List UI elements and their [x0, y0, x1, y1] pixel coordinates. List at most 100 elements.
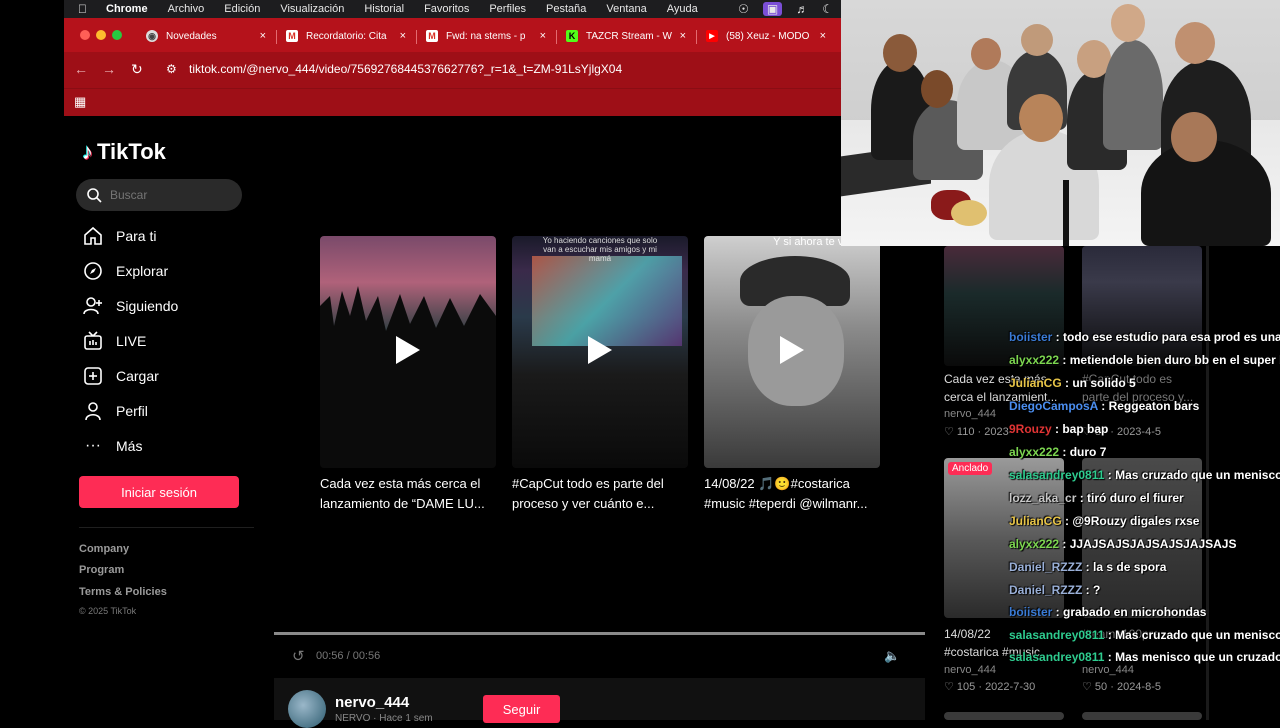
apple-icon[interactable]:  [78, 2, 96, 16]
moon-icon[interactable]: ☾ [822, 2, 833, 16]
menu-ayuda[interactable]: Ayuda [667, 3, 698, 15]
address-bar-row: ← → ↻ ⚙ tiktok.com/@nervo_444/video/7569… [64, 52, 841, 88]
nav-mas[interactable]: ··· Más [82, 435, 142, 457]
tab-close-icon[interactable]: × [400, 30, 406, 42]
more-dots-icon: ··· [85, 437, 101, 454]
grid-video-thumbnail[interactable] [1082, 246, 1202, 366]
menu-historial[interactable]: Historial [364, 3, 404, 15]
like-count: 50 [1094, 681, 1108, 693]
chat-username: lozz_aka_cr [1009, 491, 1077, 505]
close-window-button[interactable] [80, 30, 90, 40]
chat-username: DiegoCamposA [1009, 399, 1098, 413]
menu-archivo[interactable]: Archivo [168, 3, 205, 15]
menu-app-name[interactable]: Chrome [106, 3, 148, 15]
chat-text: : bap bap [1051, 422, 1109, 436]
forward-arrow-icon[interactable]: → [102, 61, 116, 77]
site-settings-icon[interactable]: ⚙ [166, 62, 177, 76]
video-thumbnail[interactable]: Y si ahora te vas [704, 236, 880, 468]
grid-video-thumbnail[interactable] [1082, 712, 1202, 720]
grid-video-thumbnail[interactable] [944, 246, 1064, 366]
nav-cargar[interactable]: Cargar [82, 365, 159, 387]
video-caption[interactable]: Cada vez esta más cerca el lanzamiento d… [320, 474, 496, 514]
grid-author[interactable]: nervo_444 [944, 408, 996, 420]
play-icon[interactable] [780, 336, 804, 364]
video-caption[interactable]: #CapCut todo es parte del proceso y ver … [512, 474, 688, 514]
tab-youtube-xeuz[interactable]: ▶ (58) Xeuz - MODO × [696, 22, 834, 50]
back-arrow-icon[interactable]: ← [74, 61, 88, 77]
chat-message: DiegoCamposA : Reggeaton bars [1009, 399, 1199, 413]
chat-message: JulianCG : @9Rouzy digales rxse [1009, 514, 1199, 528]
nav-para-ti[interactable]: Para ti [82, 225, 156, 247]
nav-explorar[interactable]: Explorar [82, 260, 168, 282]
menu-visualizacion[interactable]: Visualización [280, 3, 344, 15]
globe-status-icon[interactable]: ☉ [738, 2, 749, 16]
person-head [883, 34, 917, 72]
music-status-icon[interactable]: ♬ [796, 2, 808, 16]
grid-meta: ♡ 110 · 2023- [944, 426, 1013, 438]
search-input[interactable] [110, 188, 230, 202]
nav-label: Perfil [116, 403, 148, 419]
video-caption[interactable]: 14/08/22 🎵🙂#costarica #music #teperdi @w… [704, 474, 880, 514]
chat-text: : @9Rouzy digales rxse [1061, 514, 1200, 528]
tab-close-icon[interactable]: × [680, 30, 686, 42]
scrollbar[interactable] [1206, 246, 1209, 720]
tab-title: Novedades [166, 30, 217, 42]
grid-author[interactable]: nervo_444 [944, 664, 996, 676]
menu-ventana[interactable]: Ventana [606, 3, 646, 15]
compass-icon [82, 260, 104, 282]
chat-message: alyxx222 : metiendole bien duro bb en el… [1009, 353, 1280, 367]
video-thumbnail[interactable]: Yo haciendo canciones que solo van a esc… [512, 236, 688, 468]
menu-perfiles[interactable]: Perfiles [489, 3, 526, 15]
person-head [971, 38, 1001, 70]
author-username[interactable]: nervo_444 [335, 694, 409, 711]
post-date: 2022-7-30 [985, 681, 1036, 693]
menu-edicion[interactable]: Edición [224, 3, 260, 15]
tab-novedades[interactable]: ◉ Novedades × [136, 22, 274, 50]
search-box[interactable] [76, 179, 242, 211]
url-field[interactable]: tiktok.com/@nervo_444/video/756927684453… [189, 62, 622, 76]
avatar[interactable] [288, 690, 326, 728]
apps-grid-icon[interactable]: ▦ [74, 94, 86, 110]
play-icon[interactable] [588, 336, 612, 364]
volume-icon[interactable]: 🔈 [884, 648, 900, 664]
playback-time: 00:56 / 00:56 [316, 650, 381, 662]
maximize-window-button[interactable] [112, 30, 122, 40]
tiktok-logo[interactable]: ♪ TikTok [82, 139, 166, 165]
search-icon [87, 188, 102, 203]
play-icon[interactable] [396, 336, 420, 364]
nav-perfil[interactable]: Perfil [82, 400, 148, 422]
grid-meta: ♡ 105 · 2022-7-30 [944, 681, 1036, 693]
login-button[interactable]: Iniciar sesión [79, 476, 239, 508]
tab-close-icon[interactable]: × [540, 30, 546, 42]
tab-close-icon[interactable]: × [820, 30, 826, 42]
tab-tazcr-stream[interactable]: K TAZCR Stream - W × [556, 22, 694, 50]
menu-pestana[interactable]: Pestaña [546, 3, 586, 15]
replay-icon[interactable]: ↺ [292, 647, 305, 665]
tab-fwd-stems[interactable]: M Fwd: na stems - p × [416, 22, 554, 50]
chat-message: lozz_aka_cr : tiró duro el fiurer [1009, 491, 1184, 505]
reload-icon[interactable]: ↻ [131, 61, 143, 78]
minimize-window-button[interactable] [96, 30, 106, 40]
grid-author[interactable]: nervo_444 [1082, 664, 1134, 676]
chat-text: : la s de spora [1082, 560, 1167, 574]
video-thumbnail[interactable] [320, 236, 496, 468]
home-icon [82, 225, 104, 247]
chat-username: boiister [1009, 605, 1053, 619]
mic-stand [1063, 180, 1069, 246]
video-progress-bar[interactable] [274, 632, 925, 635]
menu-favoritos[interactable]: Favoritos [424, 3, 469, 15]
tab-close-icon[interactable]: × [260, 30, 266, 42]
post-date: 2024-8-5 [1116, 681, 1161, 693]
nav-siguiendo[interactable]: Siguiendo [82, 295, 178, 317]
footer-company-link[interactable]: Company [79, 543, 129, 555]
nav-live[interactable]: LIVE [82, 330, 146, 352]
caption-line: 14/08/22 🎵🙂#costarica [704, 476, 850, 491]
footer-program-link[interactable]: Program [79, 564, 124, 576]
follow-button[interactable]: Seguir [483, 695, 560, 723]
screen-share-icon[interactable]: ▣ [762, 2, 783, 16]
nav-label: Explorar [116, 263, 169, 279]
footer-terms-link[interactable]: Terms & Policies [79, 586, 167, 598]
grid-video-thumbnail[interactable] [944, 712, 1064, 720]
tab-recordatorio[interactable]: M Recordatorio: Cita × [276, 22, 414, 50]
chat-username: alyxx222 [1009, 537, 1060, 551]
